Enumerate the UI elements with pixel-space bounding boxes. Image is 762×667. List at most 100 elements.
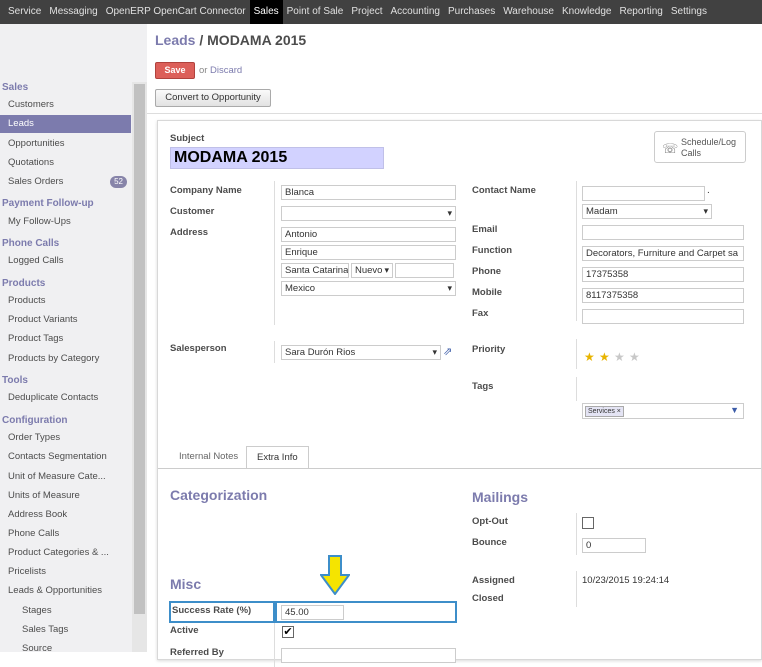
tag-remove-icon[interactable]: ×	[617, 408, 621, 415]
assigned-date-value: 10/23/2015 19:24:14	[582, 575, 670, 586]
priority-star-icon[interactable]: ★	[614, 350, 625, 364]
sidebar-item-leads[interactable]: Leads	[0, 115, 131, 133]
sidebar-item-logged-calls[interactable]: Logged Calls	[0, 252, 131, 270]
address-label: Address	[170, 227, 209, 238]
tag-chip: Services ×	[585, 406, 624, 417]
sidebar-item-sales-orders[interactable]: Sales Orders 52	[0, 173, 131, 191]
state-select[interactable]: Nuevo	[351, 263, 393, 278]
sidebar-item-product-variants[interactable]: Product Variants	[0, 311, 131, 329]
function-input[interactable]: Decorators, Furniture and Carpet sa	[582, 246, 744, 261]
phone-input[interactable]: 17375358	[582, 267, 744, 282]
toolbar-divider	[147, 113, 762, 114]
sidebar-item-source[interactable]: Source	[0, 640, 131, 652]
active-label: Active	[170, 625, 199, 636]
breadcrumb-separator: /	[195, 32, 208, 48]
contact-name-label: Contact Name	[472, 185, 536, 196]
address-separator	[274, 225, 275, 325]
opt-out-checkbox[interactable]	[582, 517, 594, 529]
sidebar-item-my-followups[interactable]: My Follow-Ups	[0, 213, 131, 231]
sidebar-item-opportunities[interactable]: Opportunities	[0, 135, 131, 153]
sidebar-header-phone-calls: Phone Calls	[2, 238, 60, 249]
sidebar-item-product-categories[interactable]: Product Categories & ...	[0, 544, 131, 562]
sidebar-item-products[interactable]: Products	[0, 292, 131, 310]
nav-project[interactable]: Project	[347, 0, 386, 24]
fax-input[interactable]	[582, 309, 744, 324]
priority-star-icon[interactable]: ★	[599, 350, 610, 364]
nav-settings[interactable]: Settings	[667, 0, 711, 24]
sidebar-item-deduplicate-contacts[interactable]: Deduplicate Contacts	[0, 389, 131, 407]
tags-dropdown-caret-icon[interactable]: ▼	[730, 405, 739, 415]
sidebar-item-stages[interactable]: Stages	[0, 602, 131, 620]
phone-label: Phone	[472, 266, 502, 277]
priority-star-icon[interactable]: ★	[629, 350, 640, 364]
country-select[interactable]: Mexico	[281, 281, 456, 296]
nav-accounting[interactable]: Accounting	[386, 0, 443, 24]
discard-link[interactable]: Discard	[210, 65, 242, 76]
bounce-input[interactable]: 0	[582, 538, 646, 553]
save-button[interactable]: Save	[155, 62, 195, 79]
nav-reporting[interactable]: Reporting	[615, 0, 666, 24]
nav-point-of-sale[interactable]: Point of Sale	[283, 0, 348, 24]
mobile-input[interactable]: 8117375358	[582, 288, 744, 303]
function-label: Function	[472, 245, 513, 256]
sidebar-item-uom-categories[interactable]: Unit of Measure Cate...	[0, 468, 131, 486]
sidebar-item-product-tags[interactable]: Product Tags	[0, 330, 131, 348]
nav-sales[interactable]: Sales	[249, 0, 283, 24]
nav-messaging[interactable]: Messaging	[45, 0, 101, 24]
zip-input[interactable]	[395, 263, 454, 278]
misc-title: Misc	[170, 576, 202, 592]
title-select[interactable]: Madam	[582, 204, 712, 219]
main-content: Leads / MODAMA 2015 Save or Discard Conv…	[147, 24, 762, 667]
success-rate-input[interactable]: 45.00	[281, 605, 344, 620]
or-text: or	[199, 65, 208, 76]
sidebar: Sales Customers Leads Opportunities Quot…	[0, 24, 147, 652]
tab-extra-info[interactable]: Extra Info	[246, 446, 309, 469]
nav-warehouse[interactable]: Warehouse	[499, 0, 558, 24]
sidebar-item-customers[interactable]: Customers	[0, 96, 131, 114]
misc-separator	[274, 623, 275, 667]
sidebar-item-contacts-segmentation[interactable]: Contacts Segmentation	[0, 448, 131, 466]
sidebar-item-phone-calls[interactable]: Phone Calls	[0, 525, 131, 543]
annotation-down-arrow-icon	[320, 555, 350, 595]
sidebar-scrollbar-thumb[interactable]	[134, 84, 145, 614]
nav-service[interactable]: Service	[4, 0, 45, 24]
tab-internal-notes[interactable]: Internal Notes	[169, 446, 248, 469]
breadcrumb-leads-link[interactable]: Leads	[155, 32, 195, 48]
nav-knowledge[interactable]: Knowledge	[558, 0, 615, 24]
active-checkbox[interactable]: ✔	[282, 626, 294, 638]
convert-to-opportunity-button[interactable]: Convert to Opportunity	[155, 89, 271, 107]
sidebar-item-leads-opportunities[interactable]: Leads & Opportunities	[0, 582, 131, 600]
company-name-input[interactable]: Blanca	[281, 185, 456, 200]
page-title: MODAMA 2015	[207, 32, 307, 48]
street-input[interactable]: Antonio	[281, 227, 456, 242]
referred-by-input[interactable]	[281, 648, 456, 663]
sidebar-item-sales-tags[interactable]: Sales Tags	[0, 621, 131, 639]
city-input[interactable]: Santa Catarina	[281, 263, 349, 278]
external-link-icon[interactable]: ⇗	[443, 345, 452, 358]
sidebar-item-order-types[interactable]: Order Types	[0, 429, 131, 447]
assigned-label: Assigned	[472, 575, 515, 586]
contact-name-input[interactable]	[582, 186, 705, 201]
subject-input[interactable]: MODAMA 2015	[170, 147, 384, 169]
sidebar-item-pricelists[interactable]: Pricelists	[0, 563, 131, 581]
customer-select[interactable]	[281, 206, 456, 221]
sidebar-scrollbar[interactable]	[132, 82, 147, 652]
salesperson-select[interactable]: Sara Durón Rios	[281, 345, 441, 360]
email-label: Email	[472, 224, 498, 235]
customer-label: Customer	[170, 206, 215, 217]
nav-opencart-connector[interactable]: OpenERP OpenCart Connector	[102, 0, 250, 24]
sidebar-header-products: Products	[2, 278, 46, 289]
sidebar-item-address-book[interactable]: Address Book	[0, 506, 131, 524]
sidebar-item-units-of-measure[interactable]: Units of Measure	[0, 487, 131, 505]
email-input[interactable]	[582, 225, 744, 240]
sidebar-item-quotations[interactable]: Quotations	[0, 154, 131, 172]
salesperson-label: Salesperson	[170, 343, 227, 354]
priority-star-icon[interactable]: ★	[584, 350, 595, 364]
schedule-log-calls-label: Schedule/Log Calls	[681, 137, 737, 158]
nav-purchases[interactable]: Purchases	[444, 0, 499, 24]
right-column-separator	[576, 181, 577, 321]
tags-input[interactable]: Services × ▼	[582, 403, 744, 419]
sidebar-item-products-by-category[interactable]: Products by Category	[0, 350, 131, 368]
schedule-log-calls-button[interactable]: ☏ Schedule/Log Calls	[654, 131, 746, 163]
street2-input[interactable]: Enrique	[281, 245, 456, 260]
